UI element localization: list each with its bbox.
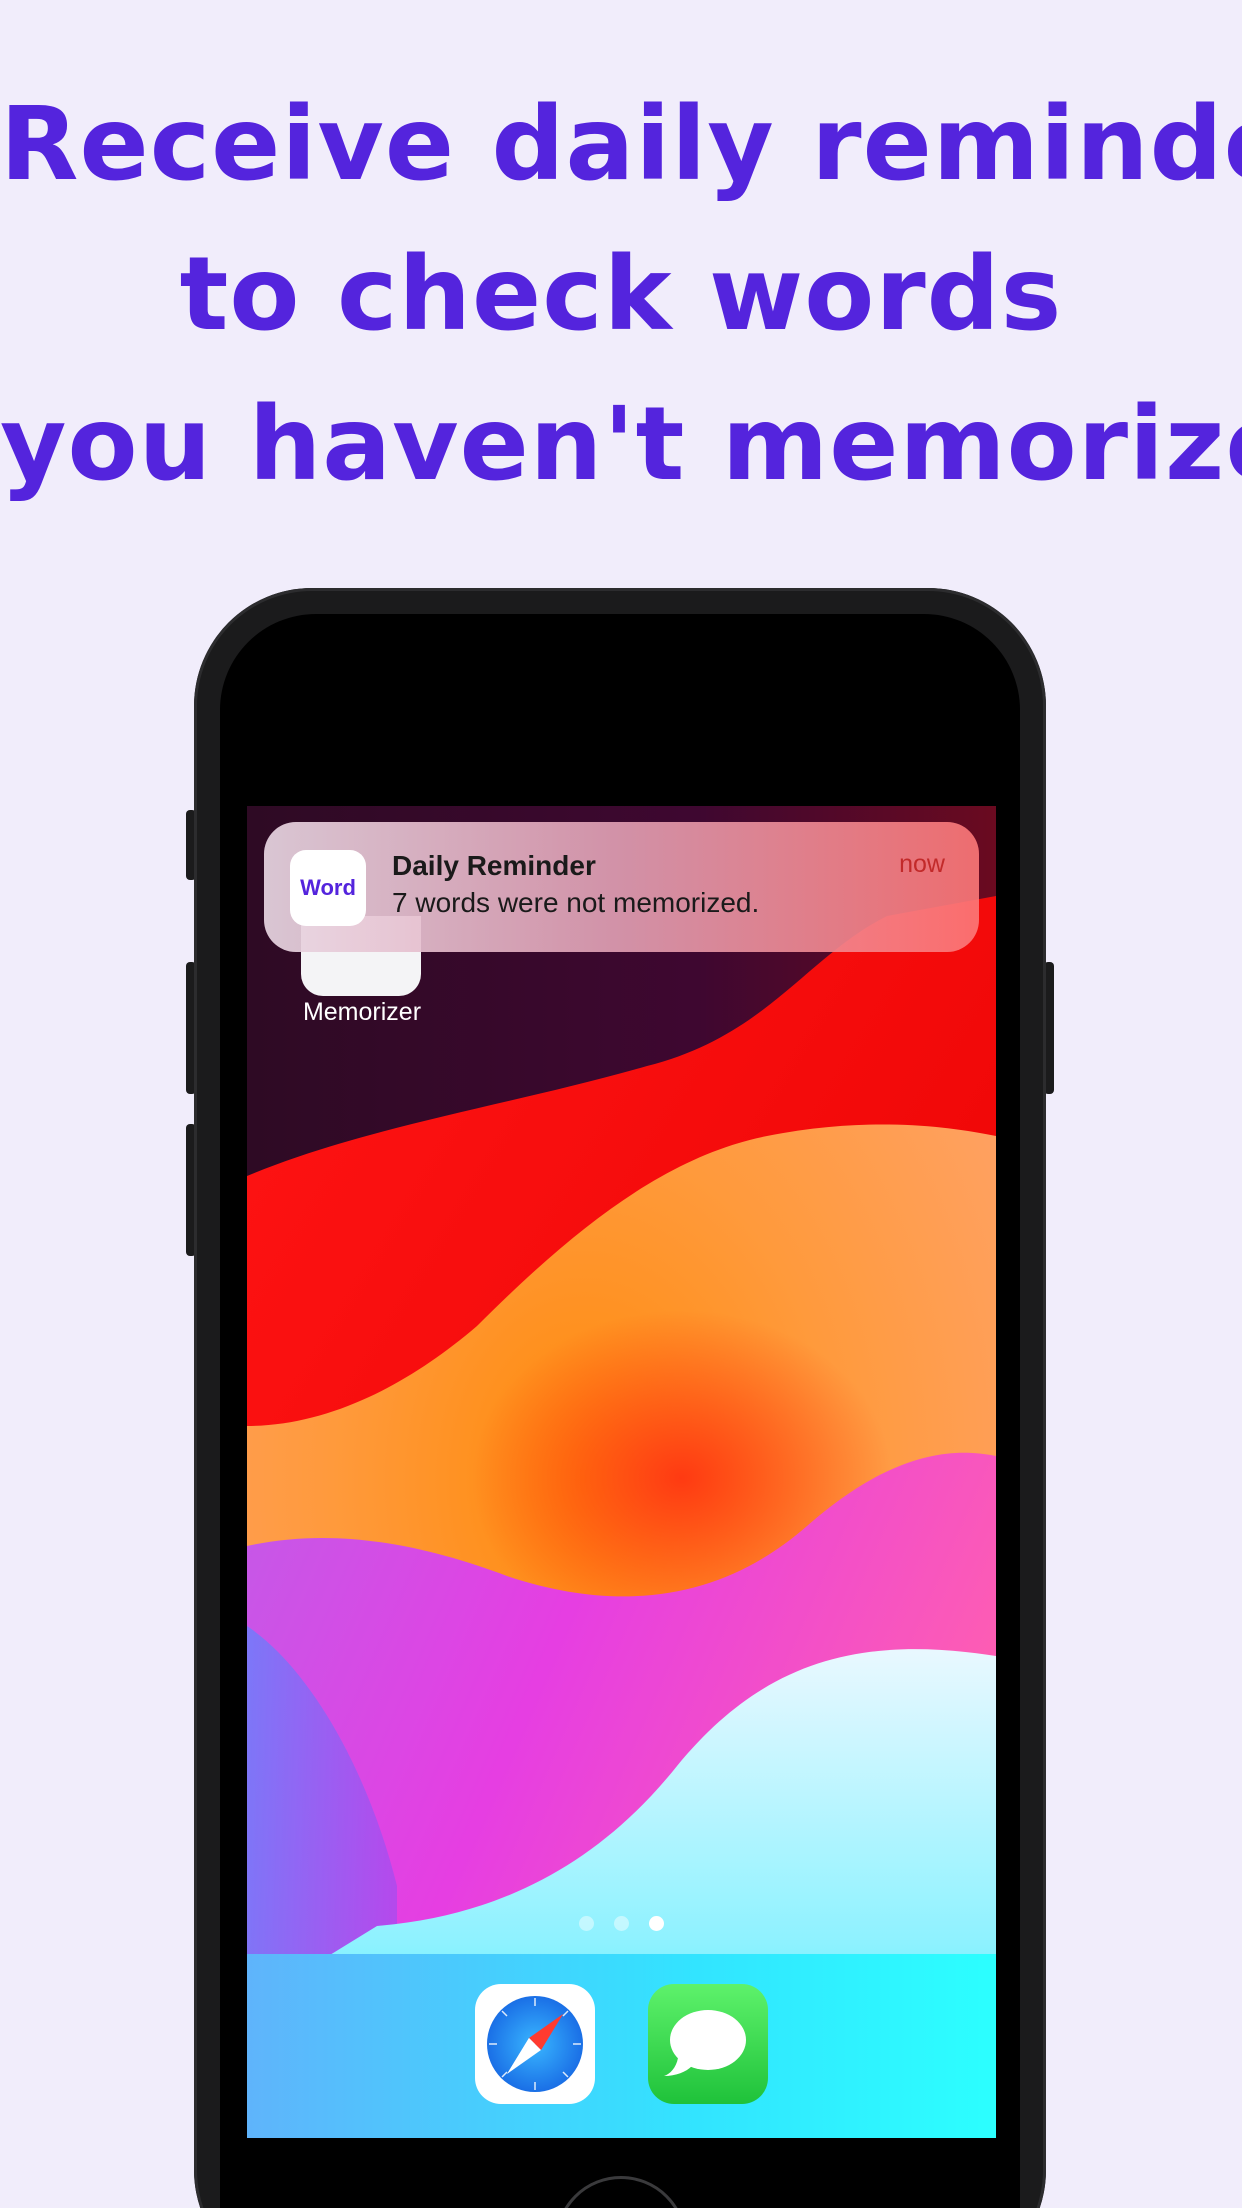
- headline: Receive daily reminder to check words yo…: [0, 70, 1242, 520]
- app-label: Memorizer: [302, 998, 422, 1026]
- page-indicator[interactable]: [247, 1916, 996, 1931]
- page-dot: [614, 1916, 629, 1931]
- headline-line-3: you haven't memorized: [0, 385, 1242, 504]
- safari-icon[interactable]: [475, 1984, 595, 2104]
- notification-banner[interactable]: Word Daily Reminder 7 words were not mem…: [264, 822, 979, 952]
- page-dot: [579, 1916, 594, 1931]
- notification-time: now: [899, 850, 945, 878]
- notification-body: 7 words were not memorized.: [392, 887, 760, 918]
- dock: [247, 1954, 996, 2138]
- phone-screen: Memorizer Word Daily Reminder 7 words we…: [247, 806, 996, 2138]
- headline-line-2: to check words: [179, 235, 1063, 354]
- word-app-icon: Word: [290, 850, 366, 926]
- promo-screen: Receive daily reminder to check words yo…: [0, 0, 1242, 2208]
- headline-line-1: Receive daily reminder: [0, 85, 1242, 204]
- messages-icon[interactable]: [648, 1984, 768, 2104]
- notification-title: Daily Reminder: [392, 850, 596, 881]
- page-dot-active: [649, 1916, 664, 1931]
